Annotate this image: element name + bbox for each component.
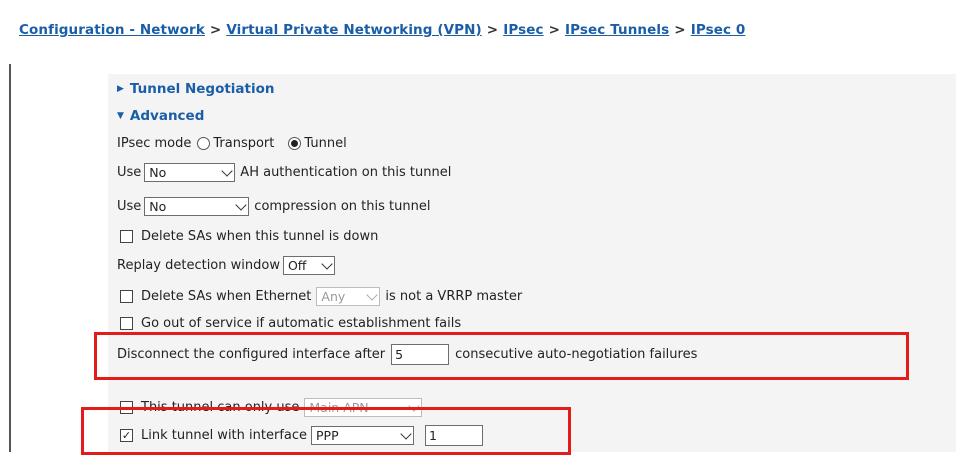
ah-auth-row: Use No AH authentication on this tunnel (117, 163, 451, 182)
out-of-service-row: Go out of service if automatic establish… (117, 316, 461, 331)
compression-value: No (149, 199, 167, 214)
triangle-down-icon: ▼ (117, 111, 124, 121)
replay-label: Replay detection window (117, 258, 280, 273)
ipsec-mode-label: IPsec mode (117, 136, 192, 151)
delete-sas-down-label: Delete SAs when this tunnel is down (141, 229, 379, 244)
delete-sas-ethernet-prefix: Delete SAs when Ethernet (141, 289, 312, 304)
breadcrumb-separator: > (486, 22, 499, 38)
breadcrumb-vpn[interactable]: Virtual Private Networking (VPN) (226, 22, 481, 38)
left-divider (9, 64, 11, 452)
ethernet-select[interactable]: Any (316, 287, 381, 306)
compression-use-label: Use (117, 199, 142, 214)
chevron-down-icon (366, 288, 379, 301)
compression-suffix: compression on this tunnel (254, 199, 431, 214)
replay-value: Off (287, 258, 307, 273)
section-tunnel-negotiation[interactable]: ▶ Tunnel Negotiation (117, 81, 275, 97)
delete-sas-ethernet-row: Delete SAs when Ethernet Any is not a VR… (117, 287, 522, 306)
chevron-down-icon (321, 257, 333, 270)
radio-tunnel-label[interactable]: Tunnel (304, 136, 346, 151)
ah-auth-value: No (149, 165, 167, 180)
compression-row: Use No compression on this tunnel (117, 197, 430, 216)
delete-sas-ethernet-suffix: is not a VRRP master (385, 289, 523, 304)
section-tunnel-negotiation-label: Tunnel Negotiation (129, 81, 275, 97)
out-of-service-checkbox[interactable] (120, 317, 133, 330)
ipsec-mode-row: IPsec mode Transport Tunnel (117, 136, 347, 151)
out-of-service-label: Go out of service if automatic establish… (141, 316, 462, 331)
replay-select[interactable]: Off (282, 256, 335, 275)
ethernet-value: Any (321, 289, 346, 304)
replay-row: Replay detection window Off (117, 256, 340, 275)
radio-transport[interactable] (197, 137, 211, 150)
highlight-box-link-tunnel (81, 407, 571, 455)
ah-auth-select[interactable]: No (144, 163, 236, 182)
section-advanced[interactable]: ▼ Advanced (117, 108, 204, 124)
highlight-box-disconnect (94, 332, 909, 380)
breadcrumb-ipsec[interactable]: IPsec (503, 22, 543, 38)
chevron-down-icon (221, 164, 233, 177)
breadcrumb-separator: > (548, 22, 561, 38)
radio-transport-label[interactable]: Transport (213, 136, 274, 151)
triangle-right-icon: ▶ (117, 84, 124, 94)
compression-select[interactable]: No (144, 197, 250, 216)
section-advanced-label: Advanced (129, 108, 205, 124)
breadcrumb-separator: > (674, 22, 686, 38)
breadcrumb-configuration-network[interactable]: Configuration - Network (19, 22, 205, 38)
breadcrumb-separator: > (209, 22, 222, 38)
radio-tunnel[interactable] (288, 137, 302, 150)
breadcrumb: Configuration - Network > Virtual Private … (19, 22, 745, 38)
delete-sas-down-row: Delete SAs when this tunnel is down (117, 229, 378, 244)
ah-auth-suffix: AH authentication on this tunnel (240, 165, 452, 180)
breadcrumb-ipsec-tunnels[interactable]: IPsec Tunnels (565, 22, 669, 38)
delete-sas-down-checkbox[interactable] (120, 230, 133, 243)
chevron-down-icon (235, 198, 247, 211)
delete-sas-ethernet-checkbox[interactable] (120, 290, 133, 303)
breadcrumb-ipsec-0[interactable]: IPsec 0 (691, 22, 746, 38)
ah-use-label: Use (117, 165, 142, 180)
